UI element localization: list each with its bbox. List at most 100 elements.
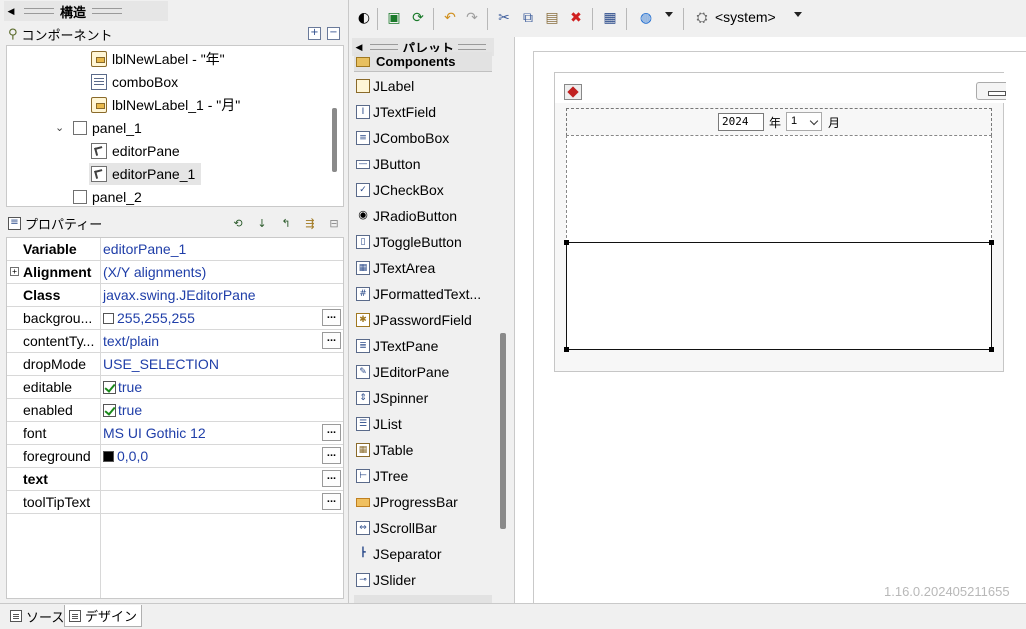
collapse-arrow-icon[interactable]: ◀ bbox=[352, 42, 366, 53]
preview-icon[interactable]: ◐ bbox=[355, 9, 373, 27]
property-row[interactable]: enabled true bbox=[7, 399, 343, 422]
property-row[interactable]: text ... bbox=[7, 468, 343, 491]
cut-icon[interactable]: ✂ bbox=[495, 9, 513, 27]
chevron-down-icon[interactable] bbox=[794, 12, 802, 17]
palette-scrollbar[interactable] bbox=[500, 333, 506, 529]
drag-grip[interactable] bbox=[24, 8, 54, 14]
expand-plus-icon[interactable]: + bbox=[10, 267, 19, 276]
frame-title-bar[interactable] bbox=[555, 73, 1006, 103]
convert-local-icon[interactable]: ↰ bbox=[278, 216, 294, 231]
palette-item[interactable]: I JTextField bbox=[356, 101, 436, 123]
palette-item[interactable]: ≣ JTextPane bbox=[356, 335, 438, 357]
goto-definition-icon[interactable]: ↓ bbox=[254, 216, 270, 231]
component-tree[interactable]: lblNewLabel - "年" comboBox lblNewLabel_1… bbox=[6, 45, 344, 207]
property-row[interactable]: contentTy... text/plain ... bbox=[7, 330, 343, 353]
property-value-wrap[interactable]: true bbox=[103, 379, 142, 395]
chevron-down-icon[interactable] bbox=[809, 116, 819, 126]
chevron-down-icon[interactable]: ⌄ bbox=[55, 121, 64, 134]
ellipsis-button[interactable]: ... bbox=[322, 447, 341, 464]
copy-icon[interactable]: ⧉ bbox=[519, 9, 537, 27]
show-events-icon[interactable]: ⟲ bbox=[230, 216, 246, 231]
tree-scrollbar[interactable] bbox=[332, 108, 337, 172]
property-value[interactable]: USE_SELECTION bbox=[103, 356, 219, 372]
palette-item[interactable]: ⇔ JScrollBar bbox=[356, 517, 437, 539]
palette-item[interactable]: ⊸ JSlider bbox=[356, 569, 416, 591]
tree-item[interactable]: comboBox bbox=[91, 71, 178, 93]
tree-item[interactable]: panel_1 bbox=[73, 117, 142, 139]
collapse-all-icon[interactable]: − bbox=[327, 27, 340, 40]
tree-item-selected[interactable]: editorPane_1 bbox=[89, 163, 202, 185]
property-row[interactable]: font MS UI Gothic 12 ... bbox=[7, 422, 343, 445]
month-combobox[interactable]: 1 bbox=[786, 112, 822, 131]
test-gui-icon[interactable]: ▣ bbox=[385, 9, 403, 27]
checkbox-checked[interactable] bbox=[103, 403, 116, 417]
palette-item[interactable]: — JButton bbox=[356, 153, 420, 175]
paste-icon[interactable]: ▤ bbox=[543, 9, 561, 27]
layout-icon[interactable]: ▦ bbox=[601, 9, 619, 27]
palette-item[interactable]: ☰ JList bbox=[356, 413, 402, 435]
checkbox-checked[interactable] bbox=[103, 380, 116, 394]
undo-icon[interactable]: ↶ bbox=[441, 9, 459, 27]
ellipsis-button[interactable]: ... bbox=[322, 470, 341, 487]
tree-item[interactable]: panel_2 bbox=[73, 186, 142, 206]
palette-category[interactable]: Components bbox=[354, 52, 492, 72]
collapse-arrow-icon[interactable]: ◀ bbox=[4, 6, 18, 17]
palette-item[interactable]: # JFormattedText... bbox=[356, 283, 481, 305]
structure-view-header[interactable]: ◀ 構造 bbox=[4, 1, 168, 21]
look-and-feel-selector[interactable]: <system> bbox=[715, 9, 776, 25]
resize-handle[interactable] bbox=[989, 240, 994, 245]
palette-item[interactable]: ≡ JComboBox bbox=[356, 127, 449, 149]
resize-handle[interactable] bbox=[564, 240, 569, 245]
panel-2-selected[interactable] bbox=[566, 242, 992, 350]
property-value-wrap[interactable]: true bbox=[103, 402, 142, 418]
palette-item[interactable]: ⇕ JSpinner bbox=[356, 387, 428, 409]
property-value[interactable]: (X/Y alignments) bbox=[103, 264, 206, 280]
property-value[interactable]: javax.swing.JEditorPane bbox=[103, 287, 256, 303]
palette-item[interactable]: ▦ JTextArea bbox=[356, 257, 435, 279]
property-value[interactable]: editorPane_1 bbox=[103, 241, 186, 257]
drag-grip[interactable] bbox=[92, 8, 123, 14]
property-row[interactable]: foreground 0,0,0 ... bbox=[7, 445, 343, 468]
panel-1[interactable] bbox=[566, 135, 992, 243]
refresh-icon[interactable]: ⟳ bbox=[409, 9, 427, 27]
chevron-down-icon[interactable] bbox=[665, 12, 673, 17]
ellipsis-button[interactable]: ... bbox=[322, 309, 341, 326]
palette-item[interactable]: ▦ JTable bbox=[356, 439, 413, 461]
property-row[interactable]: editable true bbox=[7, 376, 343, 399]
tree-item[interactable]: lblNewLabel_1 - "月" bbox=[91, 94, 240, 116]
property-row[interactable]: Variable editorPane_1 bbox=[7, 238, 343, 261]
property-value-wrap[interactable]: 255,255,255 bbox=[103, 310, 195, 326]
ellipsis-button[interactable]: ... bbox=[322, 424, 341, 441]
resize-handle[interactable] bbox=[564, 347, 569, 352]
advanced-properties-icon[interactable]: ⇶ bbox=[302, 216, 318, 231]
palette-item[interactable]: ✱ JPasswordField bbox=[356, 309, 472, 331]
minimize-icon[interactable] bbox=[976, 82, 1006, 100]
drag-grip[interactable] bbox=[458, 44, 487, 50]
drag-grip[interactable] bbox=[370, 44, 398, 50]
delete-icon[interactable]: ✖ bbox=[567, 9, 585, 27]
restore-default-icon[interactable]: ⊟ bbox=[326, 216, 342, 231]
look-and-feel-icon[interactable]: ⛭ bbox=[693, 9, 711, 27]
expand-all-icon[interactable]: + bbox=[308, 27, 321, 40]
palette-item[interactable]: ▯ JToggleButton bbox=[356, 231, 462, 253]
property-row[interactable]: + Alignment (X/Y alignments) bbox=[7, 261, 343, 284]
palette-item[interactable]: JLabel bbox=[356, 75, 414, 97]
redo-icon[interactable]: ↷ bbox=[463, 9, 481, 27]
globe-icon[interactable]: ◍ bbox=[637, 9, 655, 27]
ellipsis-button[interactable]: ... bbox=[322, 332, 341, 349]
property-row[interactable]: dropMode USE_SELECTION bbox=[7, 353, 343, 376]
property-row[interactable]: backgrou... 255,255,255 ... bbox=[7, 307, 343, 330]
ellipsis-button[interactable]: ... bbox=[322, 493, 341, 510]
palette-item[interactable]: JProgressBar bbox=[356, 491, 458, 513]
palette-next-category[interactable] bbox=[354, 595, 492, 603]
palette-item[interactable]: ⊢ JTree bbox=[356, 465, 408, 487]
palette-item[interactable]: ✎ JEditorPane bbox=[356, 361, 449, 383]
year-text-field[interactable]: 2024 bbox=[718, 113, 764, 131]
property-value-wrap[interactable]: 0,0,0 bbox=[103, 448, 148, 464]
property-value[interactable]: MS UI Gothic 12 bbox=[103, 425, 206, 441]
tree-item[interactable]: editorPane bbox=[91, 140, 180, 162]
property-row[interactable]: Class javax.swing.JEditorPane bbox=[7, 284, 343, 307]
tab-source[interactable]: ソース bbox=[6, 605, 68, 627]
palette-item[interactable]: ✓ JCheckBox bbox=[356, 179, 444, 201]
pane-separator[interactable] bbox=[348, 0, 349, 603]
